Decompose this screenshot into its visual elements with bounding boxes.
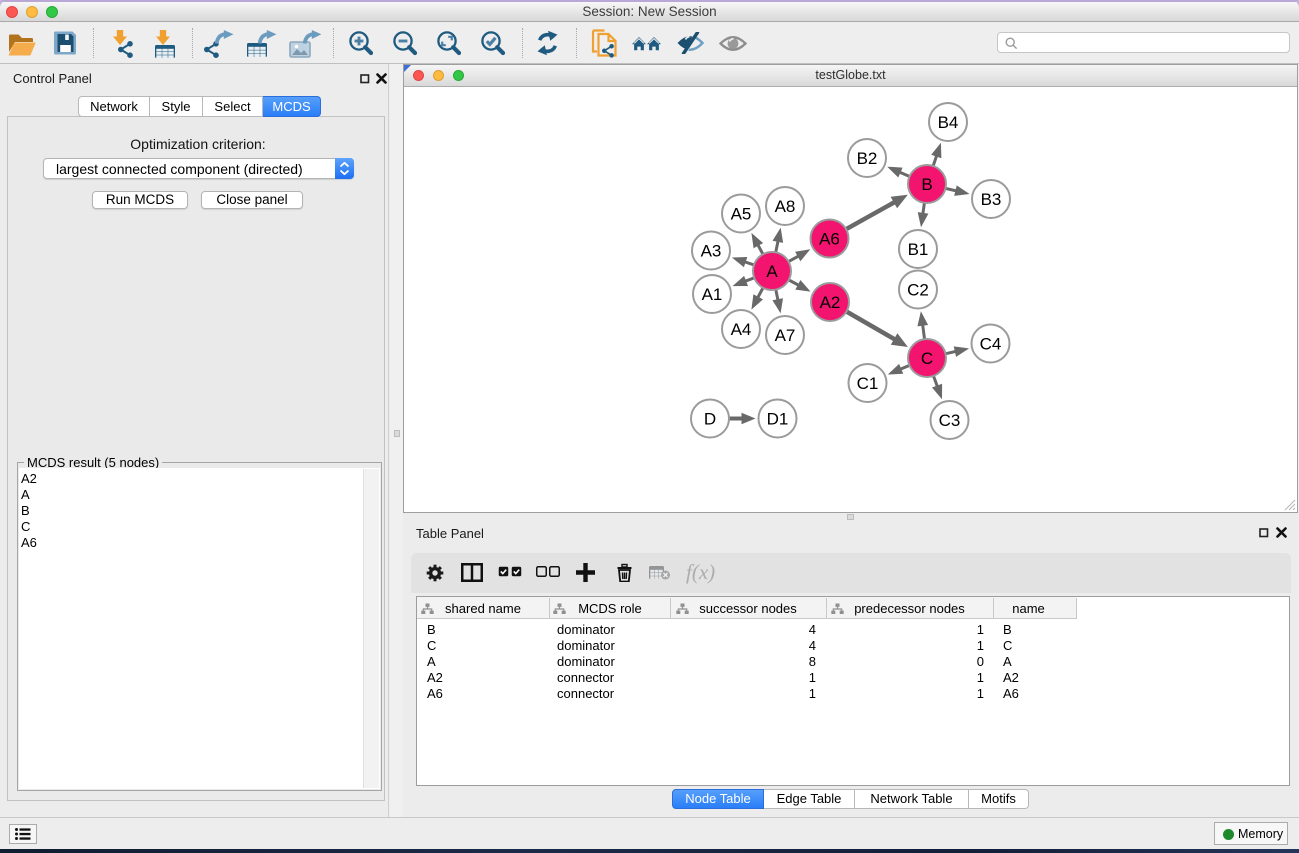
svg-text:A3: A3: [701, 242, 722, 261]
svg-text:A8: A8: [775, 197, 796, 216]
svg-text:B: B: [921, 175, 932, 194]
svg-text:D: D: [704, 410, 716, 429]
svg-text:A6: A6: [819, 230, 840, 249]
svg-text:A4: A4: [731, 320, 752, 339]
svg-text:A7: A7: [775, 326, 796, 345]
svg-text:C: C: [921, 349, 933, 368]
svg-text:A: A: [766, 262, 778, 281]
svg-text:C1: C1: [857, 374, 879, 393]
svg-text:B4: B4: [938, 113, 959, 132]
svg-text:B1: B1: [908, 240, 929, 259]
svg-text:C2: C2: [907, 281, 929, 300]
svg-text:D1: D1: [767, 410, 789, 429]
svg-text:B3: B3: [981, 190, 1002, 209]
svg-text:A5: A5: [731, 205, 752, 224]
svg-text:B2: B2: [857, 149, 878, 168]
svg-text:C4: C4: [980, 335, 1002, 354]
svg-text:A1: A1: [702, 285, 723, 304]
svg-text:A2: A2: [820, 293, 841, 312]
svg-text:C3: C3: [939, 411, 961, 430]
